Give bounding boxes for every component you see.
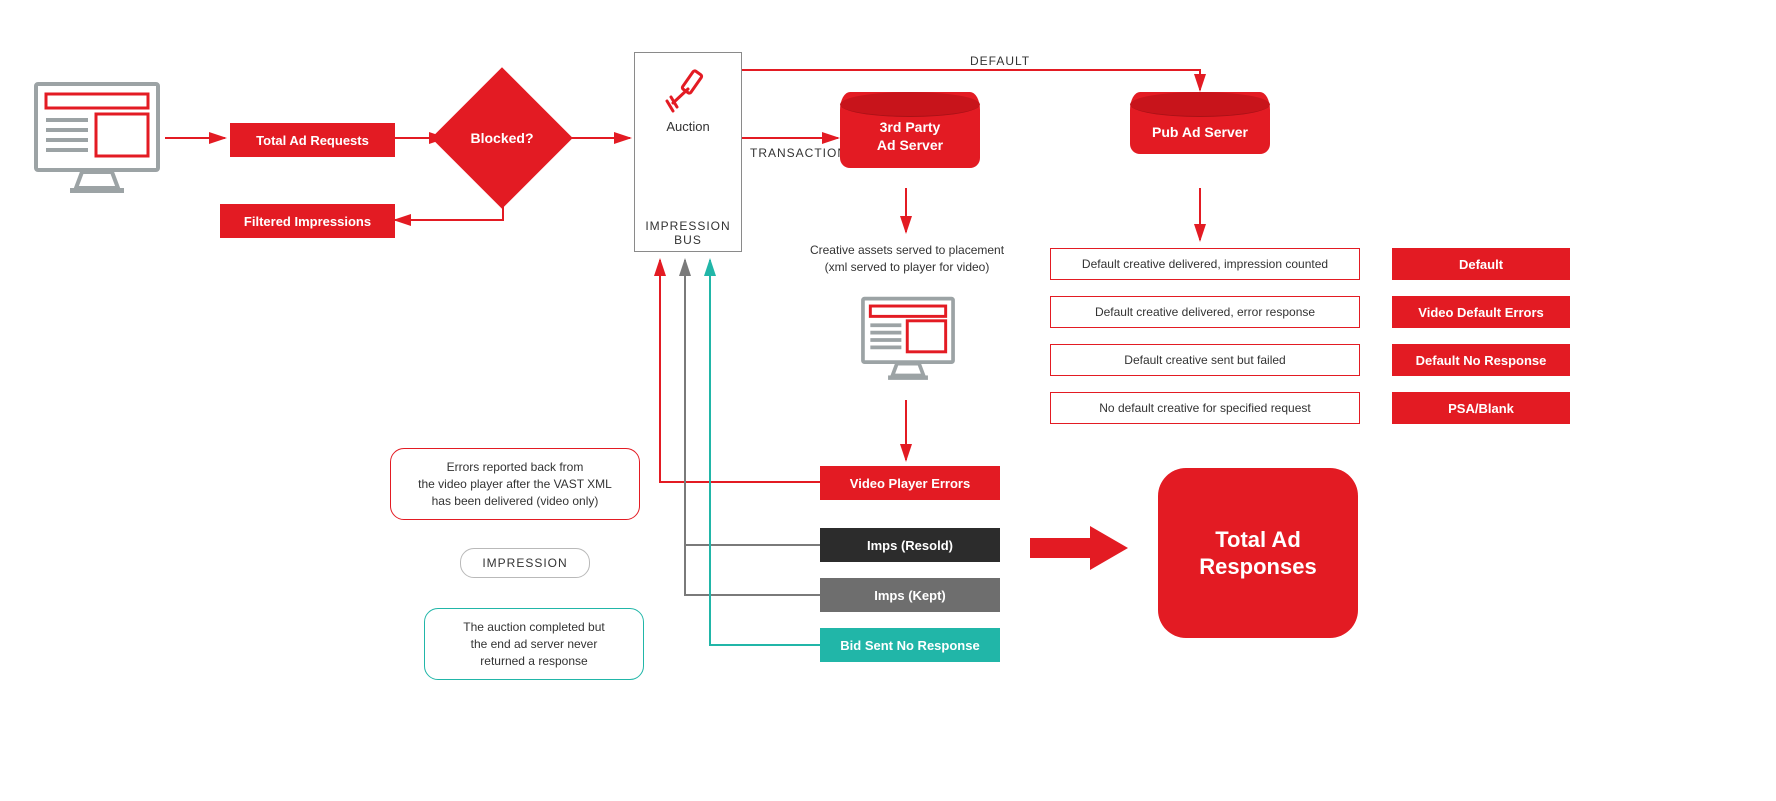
no-default-creative-box: No default creative for specified reques… bbox=[1050, 392, 1360, 424]
total-ad-responses-label: Total Ad Responses bbox=[1199, 526, 1316, 581]
video-default-errors-box: Video Default Errors bbox=[1392, 296, 1570, 328]
default-delivered-counted-label: Default creative delivered, impression c… bbox=[1082, 257, 1328, 271]
note-auction-complete: The auction completed but the end ad ser… bbox=[424, 608, 644, 680]
auction-gavel-icon bbox=[635, 67, 741, 117]
bid-sent-no-response-label: Bid Sent No Response bbox=[840, 638, 979, 653]
creative-assets-note: Creative assets served to placement (xml… bbox=[780, 238, 1034, 280]
impression-bus-box: Auction IMPRESSION BUS bbox=[634, 52, 742, 252]
note-video-errors: Errors reported back from the video play… bbox=[390, 448, 640, 520]
impression-pill-label: IMPRESSION bbox=[482, 556, 567, 570]
impression-pill: IMPRESSION bbox=[460, 548, 590, 578]
bid-sent-no-response-box: Bid Sent No Response bbox=[820, 628, 1000, 662]
total-ad-requests-label: Total Ad Requests bbox=[256, 133, 369, 148]
blocked-diamond: Blocked? bbox=[431, 67, 572, 208]
default-no-response-label: Default No Response bbox=[1416, 353, 1547, 368]
default-delivered-error-label: Default creative delivered, error respon… bbox=[1095, 305, 1315, 319]
transaction-label: TRANSACTION bbox=[750, 146, 847, 160]
imps-kept-label: Imps (Kept) bbox=[874, 588, 946, 603]
filtered-impressions-label: Filtered Impressions bbox=[244, 214, 371, 229]
video-player-errors-box: Video Player Errors bbox=[820, 466, 1000, 500]
default-label: DEFAULT bbox=[970, 54, 1030, 68]
default-delivered-error-box: Default creative delivered, error respon… bbox=[1050, 296, 1360, 328]
default-delivered-counted-box: Default creative delivered, impression c… bbox=[1050, 248, 1360, 280]
default-no-response-box: Default No Response bbox=[1392, 344, 1570, 376]
third-party-ad-server-label: 3rd Party Ad Server bbox=[848, 118, 972, 154]
filtered-impressions-box: Filtered Impressions bbox=[220, 204, 395, 238]
auction-label: Auction bbox=[635, 119, 741, 134]
total-ad-requests-box: Total Ad Requests bbox=[230, 123, 395, 157]
default-sent-failed-label: Default creative sent but failed bbox=[1124, 353, 1285, 367]
impression-bus-label: IMPRESSION BUS bbox=[635, 219, 741, 247]
imps-resold-box: Imps (Resold) bbox=[820, 528, 1000, 562]
pub-ad-server-label: Pub Ad Server bbox=[1138, 118, 1262, 140]
blocked-label: Blocked? bbox=[452, 88, 552, 188]
psa-blank-label: PSA/Blank bbox=[1448, 401, 1514, 416]
default-sent-failed-box: Default creative sent but failed bbox=[1050, 344, 1360, 376]
no-default-creative-label: No default creative for specified reques… bbox=[1099, 401, 1310, 415]
imps-kept-box: Imps (Kept) bbox=[820, 578, 1000, 612]
psa-blank-box: PSA/Blank bbox=[1392, 392, 1570, 424]
client-monitor-icon bbox=[32, 80, 162, 203]
placement-monitor-icon bbox=[860, 290, 956, 393]
total-ad-responses-box: Total Ad Responses bbox=[1158, 468, 1358, 638]
third-party-ad-server-cylinder: 3rd Party Ad Server bbox=[840, 92, 980, 168]
video-player-errors-label: Video Player Errors bbox=[850, 476, 970, 491]
pub-ad-server-cylinder: Pub Ad Server bbox=[1130, 92, 1270, 154]
default-tag-label: Default bbox=[1459, 257, 1503, 272]
imps-resold-label: Imps (Resold) bbox=[867, 538, 953, 553]
video-default-errors-label: Video Default Errors bbox=[1418, 305, 1543, 320]
default-tag-box: Default bbox=[1392, 248, 1570, 280]
